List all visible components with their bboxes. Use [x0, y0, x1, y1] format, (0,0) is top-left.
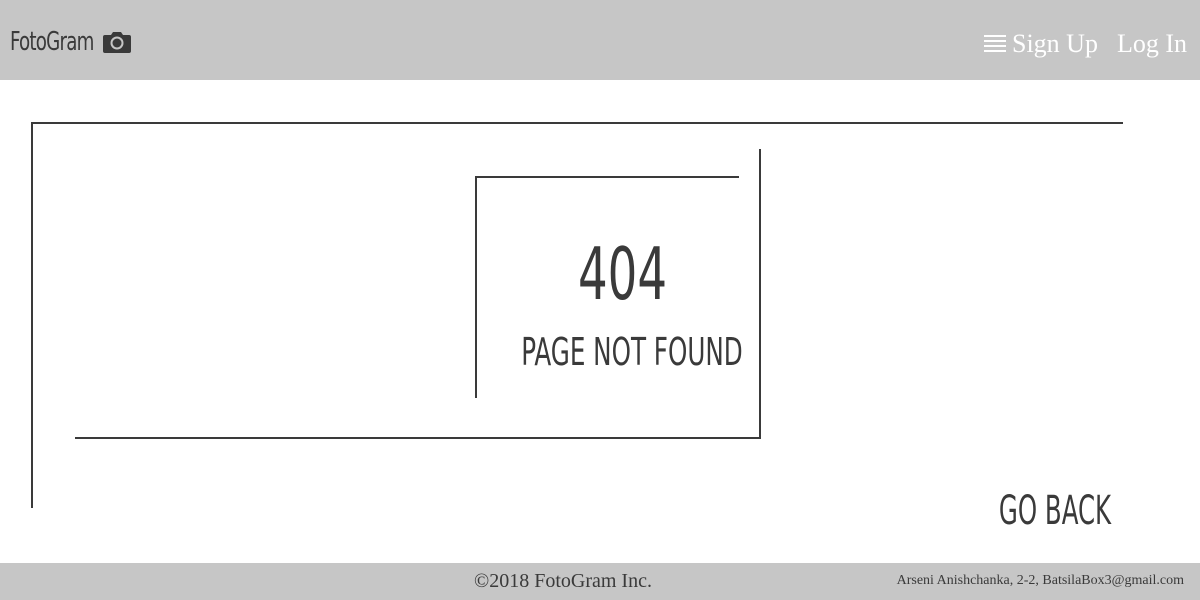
error-code: 404: [577, 232, 667, 316]
header-bar: FotoGram Sign Up Log In: [0, 0, 1200, 80]
camera-icon: [102, 29, 132, 55]
middle-frame-bottom-line: [75, 437, 761, 439]
outer-frame-top-line: [31, 122, 1123, 124]
go-back-link[interactable]: GO BACK: [990, 482, 1119, 540]
header-nav: Sign Up Log In: [983, 24, 1187, 64]
login-link[interactable]: Log In: [1117, 29, 1187, 59]
inner-frame-top-line: [475, 176, 739, 178]
signup-link[interactable]: Sign Up: [1012, 29, 1098, 59]
outer-frame-left-line: [31, 122, 33, 508]
inner-frame-left-line: [475, 176, 477, 398]
error-message: PAGE NOT FOUND: [521, 330, 743, 374]
hamburger-menu-icon[interactable]: [983, 35, 1006, 53]
copyright-text: ©2018 FotoGram Inc.: [474, 570, 652, 592]
brand-name: FotoGram: [10, 27, 94, 57]
footer-bar: ©2018 FotoGram Inc. Arseni Anishchanka, …: [0, 563, 1200, 600]
middle-frame-right-line: [759, 149, 761, 439]
brand-logo-link[interactable]: FotoGram: [10, 22, 132, 62]
author-credits: Arseni Anishchanka, 2-2, BatsilaBox3@gma…: [896, 573, 1184, 588]
